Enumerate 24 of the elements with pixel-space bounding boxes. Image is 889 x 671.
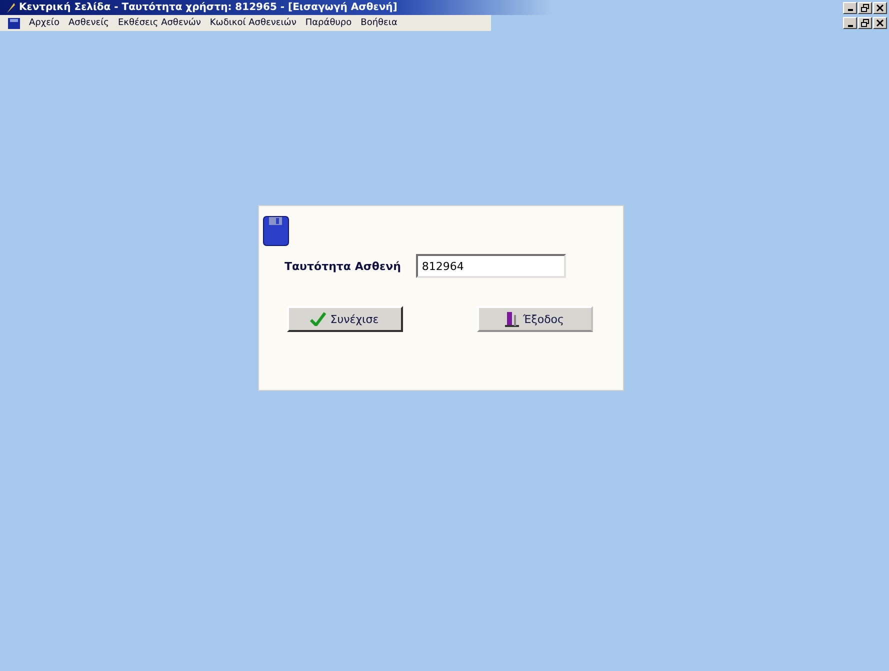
close-button[interactable] — [873, 17, 887, 29]
restore-button[interactable] — [858, 2, 872, 14]
close-button[interactable] — [873, 2, 887, 14]
menu-item[interactable]: Παράθυρο — [305, 18, 352, 28]
minimize-button[interactable] — [843, 2, 857, 14]
exit-button[interactable]: Έξοδος — [476, 306, 592, 332]
close-icon — [876, 19, 884, 27]
document-icon — [8, 18, 20, 28]
menu-item[interactable]: Εκθέσεις Ασθενών — [118, 18, 201, 28]
menu-item[interactable]: Ασθενείς — [68, 18, 109, 28]
minimize-button[interactable] — [843, 17, 857, 29]
minimize-icon — [848, 9, 852, 11]
patient-id-field[interactable]: 812964 — [416, 254, 566, 278]
checkmark-icon — [310, 312, 326, 326]
close-icon — [876, 4, 884, 12]
restore-button[interactable] — [858, 17, 872, 29]
window-title: Κεντρική Σελίδα - Ταυτότητα χρήστη: 812965 - [Εισαγωγή Ασθενή] — [19, 2, 398, 13]
field-label: Ταυτότητα Ασθενή — [284, 260, 401, 272]
menu-item[interactable]: Βοήθεια — [360, 18, 398, 28]
continue-button[interactable]: Συνέχισε — [286, 306, 402, 332]
feather-icon — [6, 2, 16, 14]
menu-item[interactable]: Αρχείο — [29, 18, 60, 28]
menu-item[interactable]: Κωδικοί Ασθενειών — [210, 18, 296, 28]
minimize-icon — [848, 24, 852, 26]
